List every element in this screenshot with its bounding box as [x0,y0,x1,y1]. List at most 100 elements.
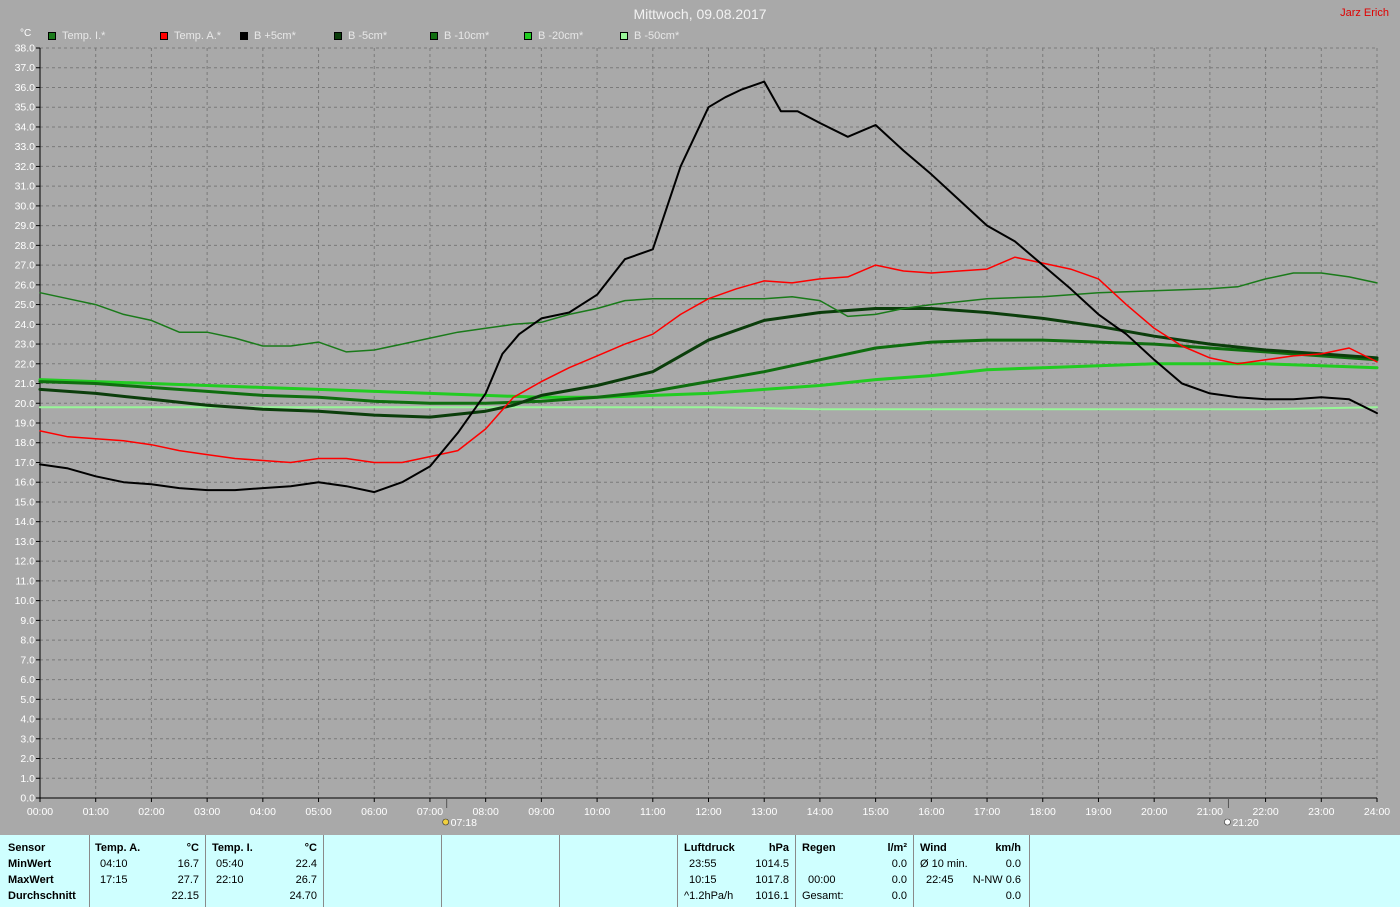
y-tick-label: 19.0 [15,418,36,430]
pressure-min-value: 1014.5 [755,858,789,870]
rain-header: Regen [802,842,836,854]
temp-i-average: 24.70 [289,890,317,902]
temp-a-max-value: 27.7 [177,874,199,886]
stats-temp-i: Temp. I. °C 05:40 22.4 22:10 26.7 24.70 [206,835,324,907]
temp-a-min-time: 04:10 [100,858,128,870]
stats-empty-3 [560,835,678,907]
y-tick-label: 11.0 [15,575,35,587]
y-tick-label: 22.0 [15,358,36,370]
y-tick-label: 29.0 [15,220,36,232]
legend-item: B -20cm* [524,30,583,42]
y-tick-label: 23.0 [15,339,36,351]
x-tick-label: 02:00 [138,806,164,818]
y-tick-label: 28.0 [15,240,36,252]
pressure-min-time: 23:55 [689,858,717,870]
legend-item: B -5cm* [334,30,387,42]
author-label: Jarz Erich [1340,7,1389,19]
pressure-header: Luftdruck [684,842,735,854]
x-tick-label: 15:00 [862,806,888,818]
temp-i-unit: °C [304,842,317,854]
legend-label: B -50cm* [634,30,680,42]
wind-unit: km/h [995,842,1021,854]
legend-item: B +5cm* [240,30,296,42]
stats-pressure: Luftdruck hPa 23:55 1014.5 10:15 1017.8 … [678,835,796,907]
legend-item: B -10cm* [430,30,489,42]
x-tick-label: 00:00 [27,806,53,818]
sensor-header: Sensor [8,842,46,854]
y-tick-label: 26.0 [15,279,36,291]
y-tick-label: 18.0 [15,437,36,449]
x-tick-label: 11:00 [640,806,666,818]
y-tick-label: 21.0 [15,378,36,390]
legend-swatch [430,32,438,40]
legend-label: Temp. A.* [174,30,222,42]
x-tick-label: 16:00 [918,806,944,818]
wind-avg-label: Ø 10 min. [920,858,968,870]
legend-swatch [48,32,56,40]
y-tick-label: 31.0 [15,181,36,193]
y-tick-label: 35.0 [15,102,36,114]
temp-a-max-time: 17:15 [100,874,128,886]
sunset-icon [1224,818,1231,826]
pressure-average: 1016.1 [755,890,789,902]
x-tick-label: 14:00 [807,806,833,818]
y-tick-label: 34.0 [15,121,36,133]
x-tick-label: 12:00 [695,806,721,818]
pressure-max-time: 10:15 [689,874,717,886]
stats-empty-2 [442,835,560,907]
x-tick-label: 06:00 [361,806,387,818]
pressure-unit: hPa [768,842,789,854]
stats-rain: Regen l/m² 0.0 00:00 0.0 Gesamt: 0.0 [796,835,914,907]
temp-i-header: Temp. I. [212,842,253,854]
legend-label: B -10cm* [444,30,490,42]
y-tick-label: 12.0 [15,556,36,568]
legend-item: Temp. A.* [160,30,221,42]
temp-a-average: 22.15 [171,890,199,902]
temperature-chart: 0.0 1.0 2.0 3.0 4.0 5.0 6.0 7.0 8.0 9.0 10.0 11.0 12… [15,43,1391,830]
rain-total-value: 0.0 [891,890,907,902]
y-tick-label: 1.0 [20,773,35,785]
x-tick-label: 05:00 [305,806,331,818]
legend-swatch [334,32,342,40]
legend-swatch [524,32,532,40]
y-tick-label: 16.0 [15,477,36,489]
x-tick-label: 10:00 [584,806,610,818]
wind-max-time: 22:45 [926,874,954,886]
stats-wind: Wind km/h Ø 10 min. 0.0 22:45 N-NW 0.6 0… [914,835,1030,907]
y-tick-label: 30.0 [15,200,36,212]
rain-total-label: Gesamt: [802,890,844,902]
temp-i-max-value: 26.7 [295,874,317,886]
y-tick-label: 0.0 [20,793,35,805]
rain-max-time: 00:00 [808,874,836,886]
stats-panel: Sensor MinWert MaxWert Durchschnitt Temp… [0,835,1400,907]
stats-temp-a: Temp. A. °C 04:10 16.7 17:15 27.7 22.15 [90,835,206,907]
y-tick-label: 6.0 [20,674,35,686]
y-unit-label: °C [20,28,32,39]
temp-i-min-time: 05:40 [216,858,244,870]
x-tick-label: 24:00 [1364,806,1390,818]
y-tick-label: 13.0 [15,536,36,548]
temp-a-min-value: 16.7 [177,858,199,870]
x-tick-label: 13:00 [751,806,777,818]
y-tick-label: 27.0 [15,260,36,272]
rain-max-value: 0.0 [891,874,907,886]
x-tick-label: 04:00 [250,806,276,818]
y-tick-label: 8.0 [20,635,35,647]
y-tick-label: 24.0 [15,319,36,331]
x-tick-label: 17:00 [974,806,1000,818]
temp-i-max-time: 22:10 [216,874,244,886]
legend-label: Temp. I.* [62,30,106,42]
pressure-max-value: 1017.8 [755,874,789,886]
x-tick-label: 19:00 [1085,806,1111,818]
wind-max-value: N-NW 0.6 [972,874,1021,886]
legend-label: B -20cm* [538,30,584,42]
y-tick-label: 7.0 [20,654,35,666]
legend-swatch [160,32,168,40]
chart-area: 0.0 1.0 2.0 3.0 4.0 5.0 6.0 7.0 8.0 9.0 10.0 11.0 12… [0,0,1400,833]
y-tick-label: 9.0 [20,615,35,627]
stats-empty-1 [324,835,442,907]
chart-title: Mittwoch, 09.08.2017 [633,6,767,22]
legend-swatch [240,32,248,40]
x-tick-label: 20:00 [1141,806,1167,818]
temp-i-min-value: 22.4 [295,858,317,870]
